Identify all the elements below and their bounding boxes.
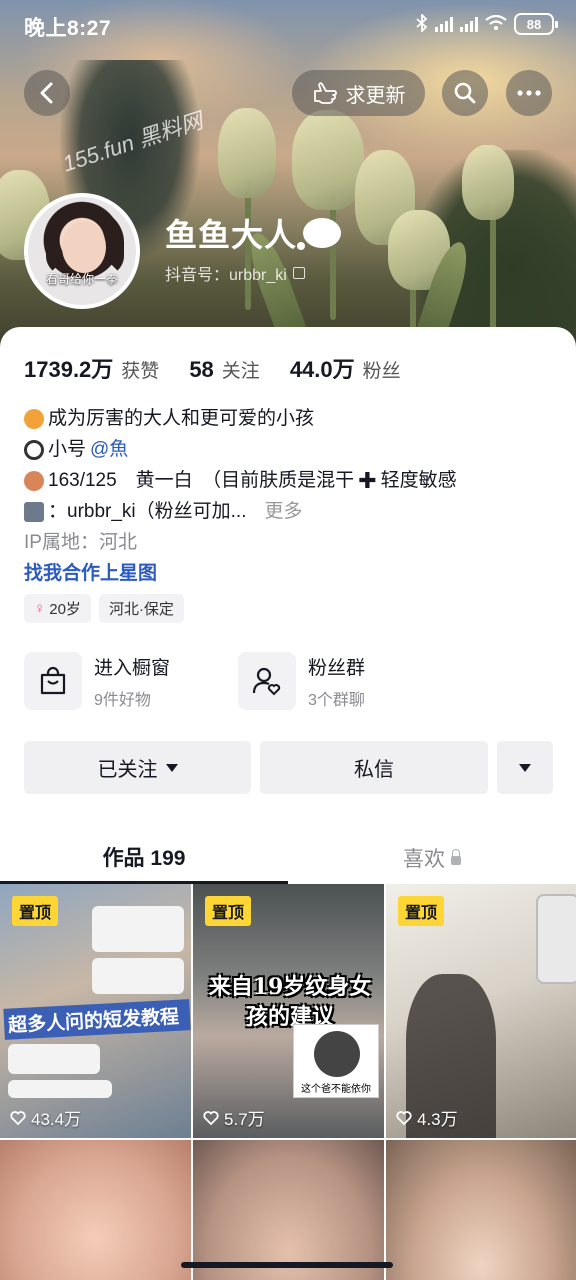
tab-likes[interactable]: 喜欢 (288, 832, 576, 884)
thought-bubble-icon (297, 218, 342, 250)
tab-works[interactable]: 作品 199 (0, 832, 288, 884)
video-likes: 4.3万 (396, 1105, 458, 1130)
request-update-label: 求更新 (345, 84, 406, 107)
bluetooth-icon (416, 12, 428, 35)
signal-icon-2 (460, 16, 478, 32)
video-thumbnail[interactable]: 置顶 4.3万 (386, 884, 576, 1138)
profile-card: 1739.2万 获赞 58 关注 44.0万 粉丝 成为厉害的大人和更可爱的小孩… (0, 327, 576, 1280)
avatar-caption: 看哥给你一拳 (45, 272, 118, 286)
profile-cover: 晚上8:27 88 求更新 155.fun 黑料网 看哥给你一拳 鱼鱼大人 抖音… (0, 0, 576, 350)
features-row: 进入橱窗 9件好物 粉丝群 3个群聊 (24, 652, 365, 710)
phone-image (536, 894, 576, 984)
lollipop-emoji-icon (24, 439, 44, 460)
video-grid: 超多人问的短发教程 置顶 43.4万 来自19岁纹身女孩的建议 这个爸不能依你 … (0, 884, 576, 1280)
handle-text: 抖音号：urbbr_ki (165, 267, 287, 284)
account-handle[interactable]: 抖音号：urbbr_ki (165, 261, 305, 285)
shopping-bag-icon (40, 666, 66, 695)
honey-jar-emoji-icon (24, 408, 44, 429)
ip-location: IP属地：河北 (24, 532, 137, 553)
video-thumbnail[interactable] (193, 1140, 384, 1280)
video-overlay-text: 超多人问的短发教程 (3, 999, 191, 1040)
home-indicator[interactable] (181, 1262, 393, 1268)
video-likes: 5.7万 (203, 1105, 265, 1130)
nickname-text: 鱼鱼大人 (165, 217, 298, 253)
bio-line-4: ：urbbr_ki（粉丝可加... (48, 501, 247, 522)
fan-group-icon (252, 667, 281, 696)
location-tag: 河北·保定 (98, 594, 184, 623)
signal-icon (435, 16, 453, 32)
status-time: 晚上8:27 (24, 17, 112, 40)
satellite-emoji-icon (24, 501, 44, 522)
nickname: 鱼鱼大人 (165, 210, 342, 256)
video-overlay-text: 来自19岁纹身女孩的建议 (208, 974, 372, 1030)
caret-down-icon (165, 763, 178, 772)
heart-icon (203, 1110, 219, 1125)
following-button[interactable]: 已关注 (24, 741, 251, 794)
content-tabs: 作品 199 喜欢 (0, 832, 576, 884)
back-button[interactable] (24, 70, 70, 116)
ellipsis-icon (517, 90, 541, 96)
meme-image: 这个爸不能依你 (293, 1024, 379, 1098)
search-icon (454, 82, 476, 104)
bio: 成为厉害的大人和更可爱的小孩 小号 @魚 163/125 黄一白 （目前肤质是混干… (24, 403, 457, 589)
shop-window-entry[interactable]: 进入橱窗 9件好物 (24, 652, 170, 710)
video-thumbnail[interactable]: 超多人问的短发教程 置顶 43.4万 (0, 884, 191, 1138)
stat-likes[interactable]: 1739.2万 获赞 (24, 352, 159, 384)
heart-icon (396, 1110, 412, 1125)
wifi-icon (485, 14, 507, 34)
pinned-badge: 置顶 (398, 896, 445, 926)
more-options-button[interactable] (506, 70, 552, 116)
message-button[interactable]: 私信 (260, 741, 488, 794)
status-bar: 晚上8:27 88 (0, 0, 576, 52)
bio-line-2: 小号 (48, 439, 87, 460)
stat-followers[interactable]: 44.0万 粉丝 (290, 352, 401, 384)
pinned-badge: 置顶 (205, 896, 252, 926)
video-thumbnail[interactable]: 来自19岁纹身女孩的建议 这个爸不能依你 置顶 5.7万 (193, 884, 384, 1138)
pointing-hand-icon (313, 82, 337, 104)
meat-emoji-icon (24, 470, 44, 491)
stat-following[interactable]: 58 关注 (189, 356, 260, 383)
heart-icon (10, 1110, 26, 1125)
copy-icon[interactable] (292, 267, 305, 279)
female-icon: ♀ (34, 600, 46, 617)
video-thumbnail[interactable] (0, 1140, 191, 1280)
search-button[interactable] (442, 70, 488, 116)
caret-down-icon (519, 763, 531, 772)
bio-line-3: 163/125 黄一白 （目前肤质是混干 (48, 470, 355, 491)
recommend-dropdown-button[interactable] (497, 741, 553, 794)
video-thumbnail[interactable] (386, 1140, 576, 1280)
chevron-left-icon (40, 82, 53, 104)
video-likes: 43.4万 (10, 1105, 81, 1130)
avatar[interactable]: 看哥给你一拳 (24, 193, 140, 309)
lock-icon (451, 848, 461, 865)
bio-line-1: 成为厉害的大人和更可爱的小孩 (48, 408, 315, 429)
fan-group-entry[interactable]: 粉丝群 3个群聊 (238, 652, 365, 710)
request-update-button[interactable]: 求更新 (292, 70, 425, 116)
age-tag: ♀ 20岁 (24, 594, 91, 623)
actions-row: 已关注 私信 (24, 741, 553, 794)
alt-account-link[interactable]: @魚 (90, 434, 128, 465)
tags-row: ♀ 20岁 河北·保定 (24, 594, 184, 623)
plus-emoji-icon: ✚ (358, 468, 377, 493)
pinned-badge: 置顶 (12, 896, 59, 926)
stats-row: 1739.2万 获赞 58 关注 44.0万 粉丝 (24, 352, 431, 384)
star-map-link[interactable]: 找我合作上星图 (24, 558, 457, 589)
bio-more-link[interactable]: 更多 (264, 496, 302, 527)
battery-indicator: 88 (514, 13, 558, 35)
